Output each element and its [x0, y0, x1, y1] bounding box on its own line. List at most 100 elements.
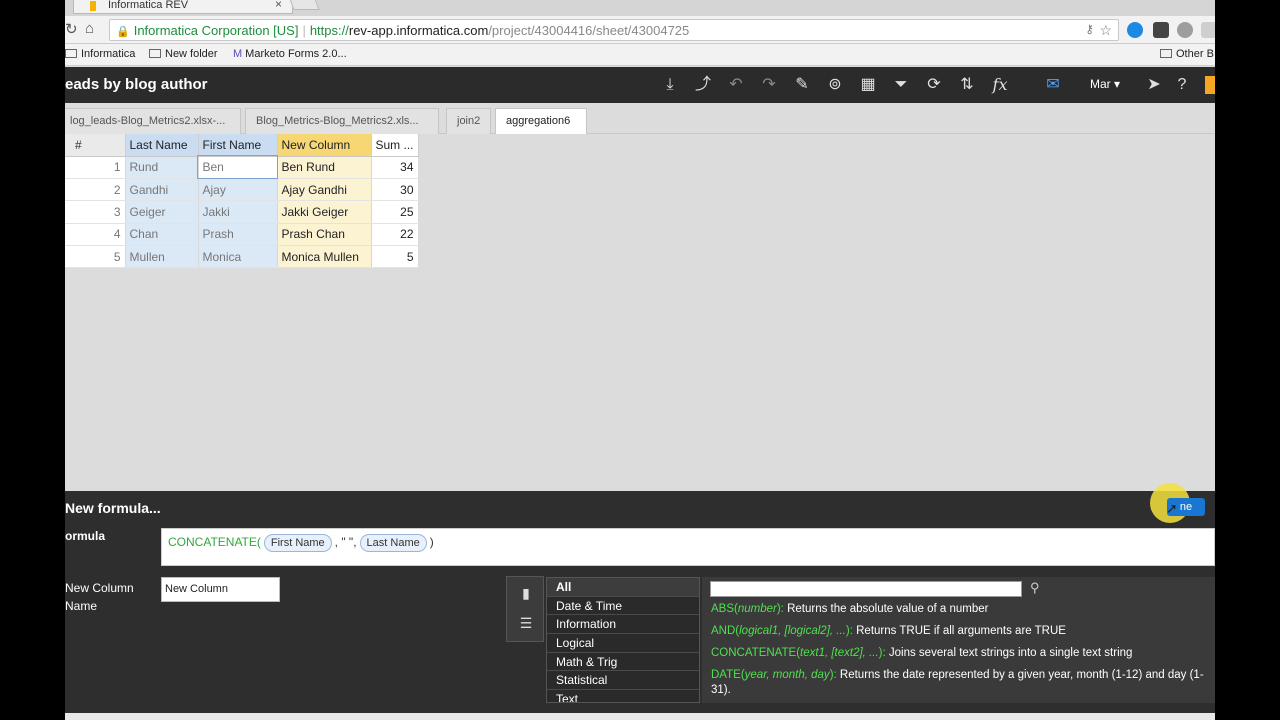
cell-first-name[interactable]: Ben [197, 154, 278, 180]
book-icon[interactable]: ▮ [517, 585, 535, 603]
column-header-row-number[interactable]: # [65, 134, 126, 157]
formula-input[interactable]: CONCATENATE(First Name, " ", Last Name) [161, 528, 1215, 566]
column-header-new-column[interactable]: New Column [277, 134, 372, 157]
cell-new-column[interactable]: Monica Mullen [277, 245, 372, 269]
cell-sum[interactable]: 30 [371, 178, 419, 202]
category-text[interactable]: Text [547, 690, 699, 702]
table-row: 1 Rund Ben Ben Rund 34 [65, 154, 419, 180]
formula-column-token[interactable]: First Name [263, 534, 332, 552]
category-logical[interactable]: Logical [547, 634, 699, 653]
extension-gear-icon[interactable] [1177, 22, 1193, 38]
mail-icon[interactable]: ✉ [1042, 75, 1064, 95]
marketo-icon: M [233, 48, 243, 60]
extension-box-icon[interactable] [1201, 22, 1215, 38]
function-list: ⚲ ABS(number): Returns the absolute valu… [702, 577, 1215, 703]
cell-first-name[interactable]: Monica [198, 245, 278, 269]
sheet-tabs: log_leads-Blog_Metrics2.xlsx-... Blog_Me… [65, 103, 1215, 134]
filter-icon[interactable]: ⏷ [890, 75, 912, 95]
table-row: 2 Gandhi Ajay Ajay Gandhi 30 [65, 178, 419, 202]
category-math-trig[interactable]: Math & Trig [547, 653, 699, 672]
site-org: Informatica Corporation [US] [133, 23, 299, 38]
cell-last-name[interactable]: Chan [125, 223, 199, 247]
function-search-input[interactable] [710, 581, 1022, 597]
url-input[interactable]: 🔒 Informatica Corporation [US] | https://re… [109, 19, 1119, 41]
sheet-grid-area: # Last Name First Name New Column Sum ..… [65, 134, 1215, 491]
cell-new-column[interactable]: Ben Rund [277, 156, 372, 179]
table-icon[interactable]: ▦ [857, 75, 879, 95]
url-host: rev-app.informatica.com [348, 23, 489, 38]
app-window: Informatica REV × ↻ ⌂ 🔒 Informatica Corpo… [65, 0, 1215, 720]
category-information[interactable]: Information [547, 615, 699, 635]
cell-sum[interactable]: 34 [371, 156, 419, 179]
bookmark-new-folder[interactable]: New folder [149, 48, 218, 60]
join-icon[interactable]: ⊚ [824, 75, 846, 95]
tab-blog-leads[interactable]: log_leads-Blog_Metrics2.xlsx-... [65, 108, 241, 134]
browser-tab[interactable]: Informatica REV × [73, 0, 293, 14]
cell-first-name[interactable]: Jakki [198, 200, 278, 224]
refresh-icon[interactable]: ⟳ [923, 75, 945, 95]
function-icon[interactable]: fx [989, 75, 1011, 95]
column-header-first-name[interactable]: First Name [198, 134, 278, 157]
column-header-last-name[interactable]: Last Name [125, 134, 199, 157]
column-header-sum[interactable]: Sum ... [371, 134, 419, 157]
cell-last-name[interactable]: Gandhi [125, 178, 199, 202]
home-icon[interactable]: ⌂ [85, 20, 94, 37]
import-icon[interactable]: ⤓ [659, 75, 681, 95]
pencil-icon[interactable]: ✎ [791, 75, 813, 95]
search-icon[interactable]: ⚲ [1030, 580, 1040, 596]
bookmark-star-icon[interactable]: ☆ [1099, 22, 1112, 39]
browser-tab-strip: Informatica REV × [65, 0, 1215, 16]
redo-icon[interactable]: ↷ [758, 75, 780, 95]
user-menu[interactable]: Mar ▾ [1090, 77, 1120, 91]
category-date-time[interactable]: Date & Time [547, 597, 699, 616]
bookmark-other[interactable]: Other B [1160, 48, 1214, 60]
cell-last-name[interactable]: Geiger [125, 200, 199, 224]
function-item[interactable]: AND(logical1, [logical2], ...): Returns … [711, 624, 1215, 639]
cell-last-name[interactable]: Mullen [125, 245, 199, 269]
send-icon[interactable]: ➤ [1143, 75, 1165, 95]
tab-aggregation6[interactable]: aggregation6 [495, 108, 587, 134]
help-icon[interactable]: ? [1171, 75, 1193, 95]
category-statistical[interactable]: Statistical [547, 671, 699, 691]
mouse-cursor-icon: ➚ [1166, 500, 1178, 516]
reload-icon[interactable]: ↻ [65, 20, 78, 38]
bookmark-informatica[interactable]: Informatica [65, 48, 135, 60]
new-column-name-input[interactable]: New Column [161, 577, 280, 602]
cell-first-name[interactable]: Prash [198, 223, 278, 247]
table-row: 4 Chan Prash Prash Chan 22 [65, 223, 419, 247]
key-icon[interactable]: ⚷ [1085, 22, 1094, 36]
cell-sum[interactable]: 22 [371, 223, 419, 247]
cell-new-column[interactable]: Jakki Geiger [277, 200, 372, 224]
undo-icon[interactable]: ↶ [725, 75, 747, 95]
function-view-toggle: ▮ ☰ [506, 576, 544, 642]
formula-separator: , " ", [334, 535, 357, 549]
lock-icon: 🔒 [116, 26, 130, 38]
tab-join2[interactable]: join2 [446, 108, 491, 134]
new-tab-button[interactable] [288, 0, 320, 10]
formula-panel: New formula... ne ➚ ormula CONCATENATE(F… [65, 483, 1215, 713]
function-item[interactable]: CONCATENATE(text1, [text2], ...): Joins … [711, 646, 1215, 661]
extension-circle-icon[interactable] [1127, 22, 1143, 38]
bookmark-marketo-forms[interactable]: M Marketo Forms 2.0... [233, 48, 347, 60]
cell-first-name[interactable]: Ajay [198, 178, 278, 202]
row-number: 5 [65, 245, 126, 269]
export-icon[interactable]: ⤴ [692, 75, 714, 95]
cell-new-column[interactable]: Prash Chan [277, 223, 372, 247]
tab-blog-metrics[interactable]: Blog_Metrics-Blog_Metrics2.xls... [245, 108, 439, 134]
cell-last-name[interactable]: Rund [125, 156, 199, 179]
function-item[interactable]: DATE(year, month, day): Returns the date… [711, 668, 1215, 698]
function-item[interactable]: ABS(number): Returns the absolute value … [711, 602, 1215, 617]
formula-column-token[interactable]: Last Name [359, 534, 427, 552]
list-icon[interactable]: ☰ [517, 615, 535, 633]
app-toolbar: eads by blog author ⤓ ⤴ ↶ ↷ ✎ ⊚ ▦ ⏷ ⟳ ⇅ … [65, 67, 1215, 103]
close-tab-icon[interactable]: × [275, 0, 282, 11]
cell-sum[interactable]: 5 [371, 245, 419, 269]
cell-sum[interactable]: 25 [371, 200, 419, 224]
category-all[interactable]: All [547, 578, 699, 597]
extension-shield-icon[interactable] [1153, 22, 1169, 38]
browser-tab-title: Informatica REV [108, 0, 189, 11]
table-row: 5 Mullen Monica Monica Mullen 5 [65, 245, 419, 269]
cell-new-column[interactable]: Ajay Gandhi [277, 178, 372, 202]
orange-button[interactable] [1205, 76, 1215, 94]
sort-icon[interactable]: ⇅ [956, 75, 978, 95]
